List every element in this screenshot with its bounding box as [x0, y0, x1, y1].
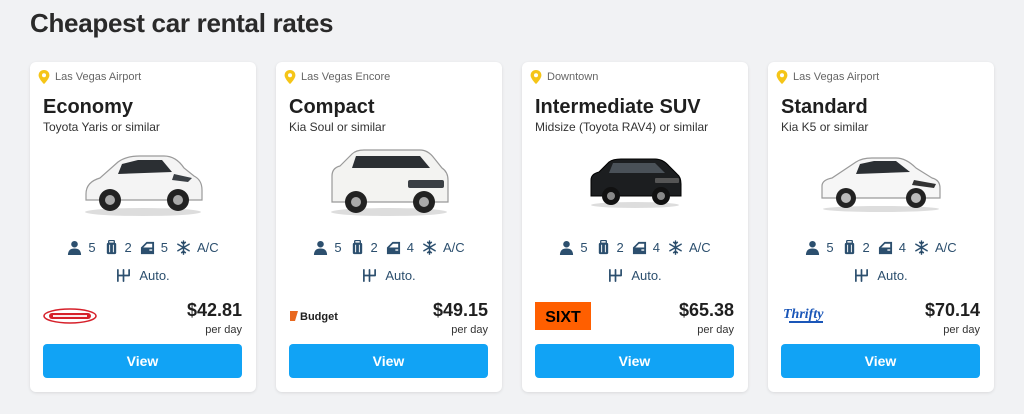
snowflake-icon: [915, 240, 928, 255]
svg-text:Thrifty: Thrifty: [783, 307, 824, 322]
transmission-spec: Auto.: [522, 268, 748, 283]
location-pin-icon: [38, 70, 50, 84]
passenger-icon: [314, 240, 328, 255]
price-amount: $70.14: [924, 300, 980, 320]
price-unit: per day: [205, 324, 242, 336]
passenger-icon: [68, 240, 82, 255]
bags-spec: 2: [104, 240, 132, 255]
ac-spec: A/C: [668, 240, 711, 255]
location-pin-icon: [530, 70, 542, 84]
doors-spec: 5: [140, 240, 168, 255]
snowflake-icon: [669, 240, 682, 255]
price-unit: per day: [697, 324, 734, 336]
car-model: Kia K5 or similar: [781, 120, 869, 134]
car-door-icon: [140, 241, 154, 255]
car-model: Toyota Yaris or similar: [43, 120, 160, 134]
bags-spec: 2: [596, 240, 624, 255]
price-unit: per day: [943, 324, 980, 336]
supplier-logo-budget: Budget: [289, 302, 345, 330]
luggage-icon: [598, 240, 608, 255]
spec-row: 5 2 5 A/C: [30, 240, 256, 255]
location-label: Las Vegas Airport: [55, 71, 142, 83]
view-button[interactable]: View: [781, 344, 980, 378]
price-amount: $49.15: [432, 300, 488, 320]
ac-spec: A/C: [914, 240, 957, 255]
rental-cards: Las Vegas Airport Economy Toyota Yaris o…: [30, 62, 994, 392]
snowflake-icon: [177, 240, 190, 255]
passengers-spec: 5: [559, 240, 588, 255]
location-pin-icon: [284, 70, 296, 84]
gear-shift-icon: [117, 269, 131, 282]
car-class: Economy: [43, 96, 134, 118]
svg-text:Budget: Budget: [300, 311, 338, 323]
transmission-spec: Auto.: [768, 268, 994, 283]
supplier-logo-thrifty: Thrifty: [781, 302, 835, 330]
location-label: Las Vegas Encore: [301, 71, 391, 83]
car-model: Kia Soul or similar: [289, 120, 386, 134]
passengers-spec: 5: [67, 240, 96, 255]
location-row: Las Vegas Airport: [776, 70, 879, 84]
car-door-icon: [878, 241, 892, 255]
gear-shift-icon: [609, 269, 623, 282]
rental-card-intermediate-suv[interactable]: Downtown Intermediate SUV Midsize (Toyot…: [522, 62, 748, 392]
car-class: Compact: [289, 96, 375, 118]
car-class: Standard: [781, 96, 868, 118]
car-image: [30, 142, 256, 222]
ac-spec: A/C: [422, 240, 465, 255]
location-label: Las Vegas Airport: [793, 71, 880, 83]
doors-spec: 4: [632, 240, 660, 255]
passenger-icon: [806, 240, 820, 255]
page-title: Cheapest car rental rates: [30, 8, 334, 38]
transmission-spec: Auto.: [30, 268, 256, 283]
transmission-spec: Auto.: [276, 268, 502, 283]
location-row: Las Vegas Encore: [284, 70, 390, 84]
location-row: Las Vegas Airport: [38, 70, 141, 84]
view-button[interactable]: View: [535, 344, 734, 378]
spec-row: 5 2 4 A/C: [522, 240, 748, 255]
rental-card-standard[interactable]: Las Vegas Airport Standard Kia K5 or sim…: [768, 62, 994, 392]
snowflake-icon: [423, 240, 436, 255]
supplier-logo-easirent: [43, 302, 97, 330]
gear-shift-icon: [855, 269, 869, 282]
car-door-icon: [632, 241, 646, 255]
passengers-spec: 5: [313, 240, 342, 255]
passengers-spec: 5: [805, 240, 834, 255]
view-button[interactable]: View: [43, 344, 242, 378]
car-image: [276, 142, 502, 222]
car-model: Midsize (Toyota RAV4) or similar: [535, 120, 709, 134]
doors-spec: 4: [386, 240, 414, 255]
luggage-icon: [844, 240, 854, 255]
passenger-icon: [560, 240, 574, 255]
car-image: [522, 142, 748, 222]
luggage-icon: [106, 240, 116, 255]
location-label: Downtown: [547, 71, 599, 83]
luggage-icon: [352, 240, 362, 255]
spec-row: 5 2 4 A/C: [276, 240, 502, 255]
rental-card-compact[interactable]: Las Vegas Encore Compact Kia Soul or sim…: [276, 62, 502, 392]
ac-spec: A/C: [176, 240, 219, 255]
car-image: [768, 142, 994, 222]
rental-card-economy[interactable]: Las Vegas Airport Economy Toyota Yaris o…: [30, 62, 256, 392]
price-amount: $42.81: [186, 300, 242, 320]
svg-text:SIXT: SIXT: [545, 309, 581, 326]
supplier-logo-sixt: SIXT: [535, 302, 591, 330]
location-row: Downtown: [530, 70, 598, 84]
doors-spec: 4: [878, 240, 906, 255]
gear-shift-icon: [363, 269, 377, 282]
car-door-icon: [386, 241, 400, 255]
spec-row: 5 2 4 A/C: [768, 240, 994, 255]
bags-spec: 2: [350, 240, 378, 255]
price-unit: per day: [451, 324, 488, 336]
price-amount: $65.38: [678, 300, 734, 320]
bags-spec: 2: [842, 240, 870, 255]
view-button[interactable]: View: [289, 344, 488, 378]
location-pin-icon: [776, 70, 788, 84]
car-class: Intermediate SUV: [535, 96, 701, 118]
